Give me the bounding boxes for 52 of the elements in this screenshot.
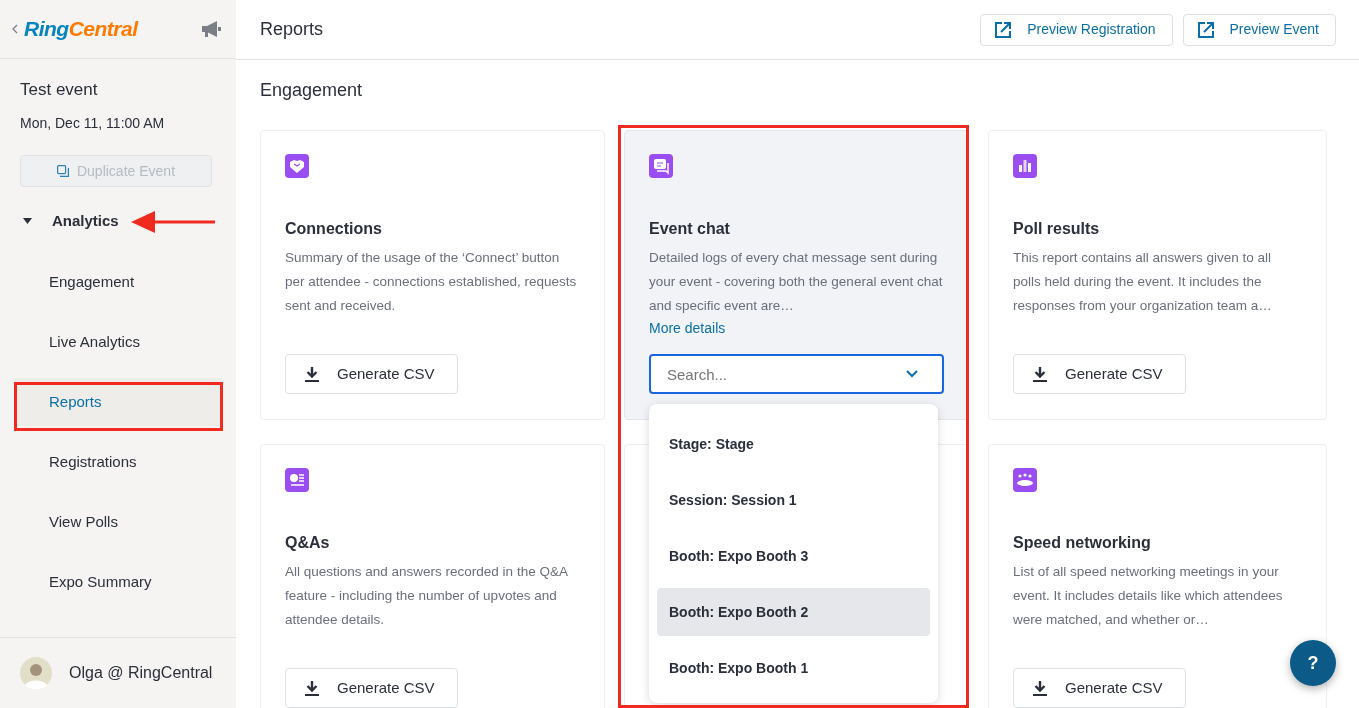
card-title: Connections [285, 219, 383, 239]
preview-button[interactable]: Preview Event [1182, 13, 1336, 46]
download-icon [305, 680, 319, 696]
external-link-icon [995, 21, 1012, 38]
more-details-link[interactable]: More details [649, 318, 726, 339]
event-title: Test event [20, 79, 98, 101]
generate-csv-button[interactable]: Generate CSV [1013, 354, 1186, 394]
list-icon [285, 468, 309, 492]
download-icon [1033, 366, 1047, 382]
logo: RingCentral [24, 16, 138, 43]
card-title: Speed networking [1013, 533, 1152, 553]
download-icon [305, 366, 319, 382]
chat-bubble-icon [649, 154, 673, 178]
avatar-icon [20, 657, 52, 689]
preview-button[interactable]: Preview Registration [980, 13, 1173, 46]
dropdown-option[interactable]: Booth: Expo Booth 3 [657, 532, 930, 580]
card-description: Detailed logs of every chat message sent during your event - covering both the general event chat and specific event are… [649, 249, 944, 315]
generate-csv-button[interactable]: Generate CSV [1013, 668, 1186, 708]
card-title: Event chat [649, 219, 731, 239]
section-title: Engagement [260, 79, 364, 102]
event-date: Mon, Dec 11, 11:00 AM [20, 114, 165, 133]
download-icon [1033, 680, 1047, 696]
card-description: Summary of the usage of the ‘Connect’ button per attendee - connections established, requests sent and received. [285, 249, 578, 315]
nav-item[interactable]: Live Analytics [14, 318, 222, 366]
copy-icon [56, 165, 69, 177]
dropdown-option[interactable]: Booth: Expo Booth 2 [657, 588, 930, 636]
back-chevron-icon[interactable] [12, 24, 18, 34]
people-icon [1013, 468, 1037, 492]
nav-item[interactable]: Registrations [14, 438, 222, 486]
card-description: List of all speed networking meetings in your event. It includes details like which attendees were matched, and whether or… [1013, 563, 1284, 629]
megaphone-icon[interactable] [200, 20, 222, 38]
nav-group[interactable]: Analytics [20, 211, 119, 231]
card-title: Poll results [1013, 219, 1101, 239]
generate-csv-button[interactable]: Generate CSV [285, 668, 458, 708]
external-link-icon [1197, 21, 1214, 38]
generate-csv-button[interactable]: Generate CSV [285, 354, 458, 394]
nav-item[interactable]: Engagement [14, 258, 222, 306]
dropdown-option[interactable]: Booth: Expo Booth 1 [657, 644, 930, 692]
bar-chart-icon [1013, 154, 1037, 178]
card-description: This report contains all answers given to all polls held during the event. It includes the responses from your organization team a… [1013, 249, 1273, 315]
dropdown-option[interactable]: Stage: Stage [657, 420, 930, 468]
card-title: Q&As [285, 533, 331, 553]
handshake-icon [285, 154, 309, 178]
caret-icon [23, 218, 32, 224]
search-field[interactable]: Search... [649, 354, 944, 394]
page-title: Reports [260, 18, 324, 41]
user-name: Olga @ RingCentral [69, 663, 213, 683]
nav-item[interactable]: View Polls [14, 498, 222, 546]
chevron-down-icon[interactable] [906, 370, 918, 378]
dropdown-option[interactable]: Session: Session 1 [657, 476, 930, 524]
nav-item[interactable]: Expo Summary [14, 558, 222, 606]
card-description: All questions and answers recorded in the Q&A feature - including the number of upvotes and attendee details. [285, 563, 569, 629]
